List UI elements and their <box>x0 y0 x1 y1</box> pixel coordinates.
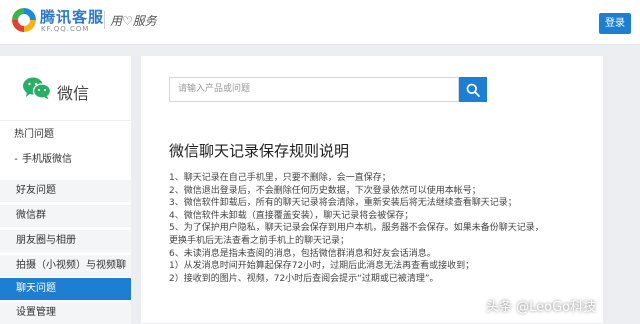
sidebar-item-label: 好友问题 <box>16 185 56 196</box>
sidebar-item-settings[interactable]: 设置管理 <box>0 302 131 324</box>
article-body: 1、聊天记录在自己手机里，只要不删除，会一直保存； 2、微信退出登录后，不会删除… <box>169 172 579 285</box>
main-content: 请输入产品或问题 微信聊天记录保存规则说明 1、聊天记录在自己手机里，只要不删除… <box>141 56 603 323</box>
article-line: 1）从发消息时间开始算起保存72小时，过期后此消息无法再查看或接收到； <box>169 261 475 272</box>
sidebar-item-label: 微信群 <box>16 210 46 221</box>
article-line: 更换手机后无法查看之前手机上的聊天记录； <box>169 235 350 246</box>
article-line: 2）接收到的图片、视频，72小时后查阅会提示“过期或已被清理”。 <box>169 273 439 284</box>
brand-url: KF.QQ.COM <box>41 25 90 33</box>
article-line: 3、微信软件卸载后，所有的聊天记录将会清除，重新安装后将无法继续查看聊天记录； <box>169 198 517 209</box>
sidebar-item-video[interactable]: 拍摄（小视频）与视频聊天 <box>0 255 131 293</box>
search-icon <box>466 83 480 97</box>
sidebar-item-moments[interactable]: 朋友圈与相册 <box>0 230 131 252</box>
app-header: 微信 <box>0 56 131 121</box>
sidebar-item-label: 设置管理 <box>16 307 56 318</box>
search-input[interactable]: 请输入产品或问题 <box>169 77 459 102</box>
sidebar: 微信 热门问题 - 手机版微信 好友问题 微信群 朋友圈与相册 拍摄（小视频）与视… <box>0 56 131 324</box>
slogan: 用♡服务 <box>110 14 157 28</box>
sidebar-item-groups[interactable]: 微信群 <box>0 205 131 227</box>
dash-icon: - <box>14 154 18 165</box>
logo-divider <box>104 11 105 29</box>
sidebar-item-chat[interactable]: 聊天问题 <box>0 278 131 300</box>
sidebar-item-hot-questions[interactable]: 热门问题 <box>0 124 131 146</box>
sidebar-item-label: 手机版微信 <box>22 154 72 165</box>
sidebar-item-label: 聊天问题 <box>16 283 56 294</box>
article-line: 5、为了保护用户隐私，聊天记录会保存到用户本机，服务器不会保存。如果未备份聊天记… <box>169 223 544 234</box>
article-line: 4、微信软件未卸载（直接覆盖安装），聊天记录将会被保存； <box>169 210 414 221</box>
sidebar-item-label: 热门问题 <box>14 129 54 140</box>
app-name: 微信 <box>57 84 90 103</box>
article-line: 1、聊天记录在自己手机里，只要不删除，会一直保存； <box>169 173 391 183</box>
sidebar-item-mobile-wechat[interactable]: - 手机版微信 <box>0 149 131 171</box>
sidebar-item-label: 朋友圈与相册 <box>16 235 76 246</box>
article-title: 微信聊天记录保存规则说明 <box>169 142 350 160</box>
tencent-logo-icon[interactable] <box>12 8 36 32</box>
search-button[interactable] <box>459 77 487 102</box>
sidebar-item-friends[interactable]: 好友问题 <box>0 180 131 202</box>
login-button[interactable]: 登录 <box>599 13 631 34</box>
article-line: 2、微信退出登录后，不会删除任何历史数据，下次登录依然可以使用本帐号； <box>169 185 481 196</box>
wechat-icon <box>23 77 52 100</box>
watermark: 头条 @LeoGo科技 <box>486 300 597 315</box>
article-line: 6、未读消息是指未查阅的消息，包括微信群消息和好友会话消息。 <box>169 248 436 259</box>
brand-name[interactable]: 腾讯客服 <box>40 6 104 27</box>
top-header-bar: 腾讯客服 KF.QQ.COM 用♡服务 登录 <box>0 0 640 45</box>
